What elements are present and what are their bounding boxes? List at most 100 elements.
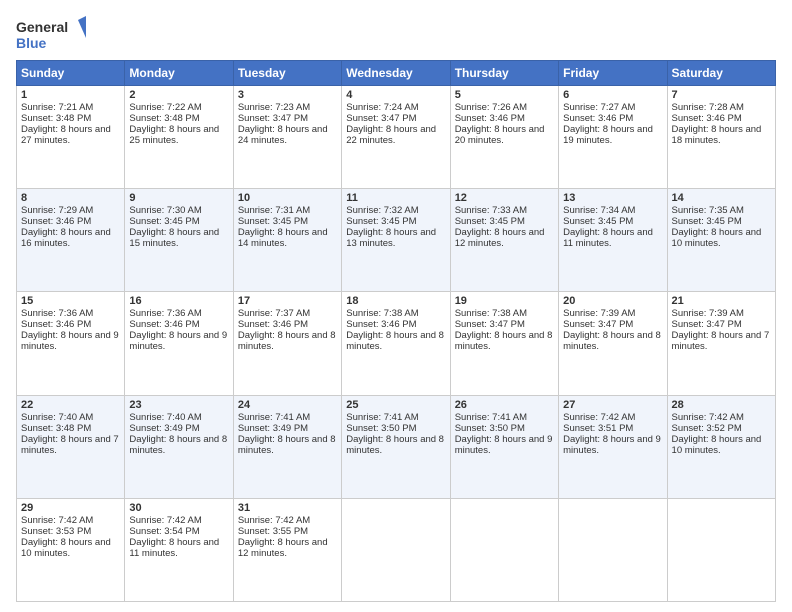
day-cell-6: 6Sunrise: 7:27 AMSunset: 3:46 PMDaylight… xyxy=(559,86,667,189)
sunrise-text: Sunrise: 7:28 AM xyxy=(672,102,744,113)
day-cell-9: 9Sunrise: 7:30 AMSunset: 3:45 PMDaylight… xyxy=(125,189,233,292)
day-number: 4 xyxy=(346,89,445,101)
sunset-text: Sunset: 3:46 PM xyxy=(672,113,742,124)
svg-text:General: General xyxy=(16,19,68,35)
day-cell-30: 30Sunrise: 7:42 AMSunset: 3:54 PMDayligh… xyxy=(125,498,233,601)
week-row-3: 15Sunrise: 7:36 AMSunset: 3:46 PMDayligh… xyxy=(17,292,776,395)
day-number: 17 xyxy=(238,295,337,307)
sunset-text: Sunset: 3:48 PM xyxy=(21,113,91,124)
week-row-4: 22Sunrise: 7:40 AMSunset: 3:48 PMDayligh… xyxy=(17,395,776,498)
sunrise-text: Sunrise: 7:38 AM xyxy=(455,308,527,319)
sunset-text: Sunset: 3:45 PM xyxy=(346,216,416,227)
sunrise-text: Sunrise: 7:36 AM xyxy=(129,308,201,319)
svg-text:Blue: Blue xyxy=(16,35,47,51)
day-cell-28: 28Sunrise: 7:42 AMSunset: 3:52 PMDayligh… xyxy=(667,395,775,498)
sunrise-text: Sunrise: 7:29 AM xyxy=(21,205,93,216)
day-number: 6 xyxy=(563,89,662,101)
daylight-text: Daylight: 8 hours and 9 minutes. xyxy=(129,330,227,352)
sunrise-text: Sunrise: 7:40 AM xyxy=(129,412,201,423)
weekday-friday: Friday xyxy=(559,61,667,86)
page: General Blue SundayMondayTuesdayWednesda… xyxy=(0,0,792,612)
day-cell-14: 14Sunrise: 7:35 AMSunset: 3:45 PMDayligh… xyxy=(667,189,775,292)
sunset-text: Sunset: 3:47 PM xyxy=(455,319,525,330)
sunrise-text: Sunrise: 7:24 AM xyxy=(346,102,418,113)
sunset-text: Sunset: 3:47 PM xyxy=(672,319,742,330)
day-cell-2: 2Sunrise: 7:22 AMSunset: 3:48 PMDaylight… xyxy=(125,86,233,189)
daylight-text: Daylight: 8 hours and 25 minutes. xyxy=(129,124,219,146)
day-number: 5 xyxy=(455,89,554,101)
day-cell-27: 27Sunrise: 7:42 AMSunset: 3:51 PMDayligh… xyxy=(559,395,667,498)
day-number: 11 xyxy=(346,192,445,204)
sunset-text: Sunset: 3:47 PM xyxy=(563,319,633,330)
weekday-header-row: SundayMondayTuesdayWednesdayThursdayFrid… xyxy=(17,61,776,86)
daylight-text: Daylight: 8 hours and 9 minutes. xyxy=(21,330,119,352)
week-row-2: 8Sunrise: 7:29 AMSunset: 3:46 PMDaylight… xyxy=(17,189,776,292)
daylight-text: Daylight: 8 hours and 27 minutes. xyxy=(21,124,111,146)
sunset-text: Sunset: 3:53 PM xyxy=(21,526,91,537)
day-cell-10: 10Sunrise: 7:31 AMSunset: 3:45 PMDayligh… xyxy=(233,189,341,292)
day-number: 22 xyxy=(21,399,120,411)
weekday-wednesday: Wednesday xyxy=(342,61,450,86)
daylight-text: Daylight: 8 hours and 7 minutes. xyxy=(672,330,770,352)
day-cell-29: 29Sunrise: 7:42 AMSunset: 3:53 PMDayligh… xyxy=(17,498,125,601)
sunrise-text: Sunrise: 7:38 AM xyxy=(346,308,418,319)
day-number: 23 xyxy=(129,399,228,411)
day-number: 18 xyxy=(346,295,445,307)
day-cell-21: 21Sunrise: 7:39 AMSunset: 3:47 PMDayligh… xyxy=(667,292,775,395)
day-number: 14 xyxy=(672,192,771,204)
daylight-text: Daylight: 8 hours and 11 minutes. xyxy=(563,227,653,249)
empty-cell xyxy=(667,498,775,601)
daylight-text: Daylight: 8 hours and 20 minutes. xyxy=(455,124,545,146)
day-cell-19: 19Sunrise: 7:38 AMSunset: 3:47 PMDayligh… xyxy=(450,292,558,395)
day-number: 20 xyxy=(563,295,662,307)
sunset-text: Sunset: 3:49 PM xyxy=(238,423,308,434)
day-number: 31 xyxy=(238,502,337,514)
sunrise-text: Sunrise: 7:22 AM xyxy=(129,102,201,113)
daylight-text: Daylight: 8 hours and 15 minutes. xyxy=(129,227,219,249)
day-number: 27 xyxy=(563,399,662,411)
day-cell-7: 7Sunrise: 7:28 AMSunset: 3:46 PMDaylight… xyxy=(667,86,775,189)
sunset-text: Sunset: 3:46 PM xyxy=(563,113,633,124)
daylight-text: Daylight: 8 hours and 11 minutes. xyxy=(129,537,219,559)
day-cell-5: 5Sunrise: 7:26 AMSunset: 3:46 PMDaylight… xyxy=(450,86,558,189)
sunrise-text: Sunrise: 7:41 AM xyxy=(346,412,418,423)
sunset-text: Sunset: 3:54 PM xyxy=(129,526,199,537)
day-cell-20: 20Sunrise: 7:39 AMSunset: 3:47 PMDayligh… xyxy=(559,292,667,395)
day-number: 25 xyxy=(346,399,445,411)
sunset-text: Sunset: 3:51 PM xyxy=(563,423,633,434)
weekday-monday: Monday xyxy=(125,61,233,86)
sunrise-text: Sunrise: 7:21 AM xyxy=(21,102,93,113)
sunrise-text: Sunrise: 7:27 AM xyxy=(563,102,635,113)
daylight-text: Daylight: 8 hours and 12 minutes. xyxy=(238,537,328,559)
sunset-text: Sunset: 3:48 PM xyxy=(21,423,91,434)
weekday-sunday: Sunday xyxy=(17,61,125,86)
empty-cell xyxy=(450,498,558,601)
day-cell-17: 17Sunrise: 7:37 AMSunset: 3:46 PMDayligh… xyxy=(233,292,341,395)
sunset-text: Sunset: 3:49 PM xyxy=(129,423,199,434)
logo: General Blue xyxy=(16,16,86,54)
logo-svg: General Blue xyxy=(16,16,86,54)
daylight-text: Daylight: 8 hours and 8 minutes. xyxy=(455,330,553,352)
day-number: 30 xyxy=(129,502,228,514)
sunrise-text: Sunrise: 7:41 AM xyxy=(238,412,310,423)
day-number: 19 xyxy=(455,295,554,307)
sunset-text: Sunset: 3:46 PM xyxy=(455,113,525,124)
sunset-text: Sunset: 3:50 PM xyxy=(346,423,416,434)
day-number: 13 xyxy=(563,192,662,204)
weekday-saturday: Saturday xyxy=(667,61,775,86)
day-number: 28 xyxy=(672,399,771,411)
day-cell-25: 25Sunrise: 7:41 AMSunset: 3:50 PMDayligh… xyxy=(342,395,450,498)
sunset-text: Sunset: 3:45 PM xyxy=(455,216,525,227)
day-cell-26: 26Sunrise: 7:41 AMSunset: 3:50 PMDayligh… xyxy=(450,395,558,498)
sunrise-text: Sunrise: 7:42 AM xyxy=(21,515,93,526)
weekday-thursday: Thursday xyxy=(450,61,558,86)
daylight-text: Daylight: 8 hours and 10 minutes. xyxy=(21,537,111,559)
daylight-text: Daylight: 8 hours and 8 minutes. xyxy=(346,330,444,352)
day-number: 24 xyxy=(238,399,337,411)
week-row-1: 1Sunrise: 7:21 AMSunset: 3:48 PMDaylight… xyxy=(17,86,776,189)
sunrise-text: Sunrise: 7:39 AM xyxy=(563,308,635,319)
day-cell-13: 13Sunrise: 7:34 AMSunset: 3:45 PMDayligh… xyxy=(559,189,667,292)
sunrise-text: Sunrise: 7:32 AM xyxy=(346,205,418,216)
sunset-text: Sunset: 3:52 PM xyxy=(672,423,742,434)
sunset-text: Sunset: 3:46 PM xyxy=(238,319,308,330)
